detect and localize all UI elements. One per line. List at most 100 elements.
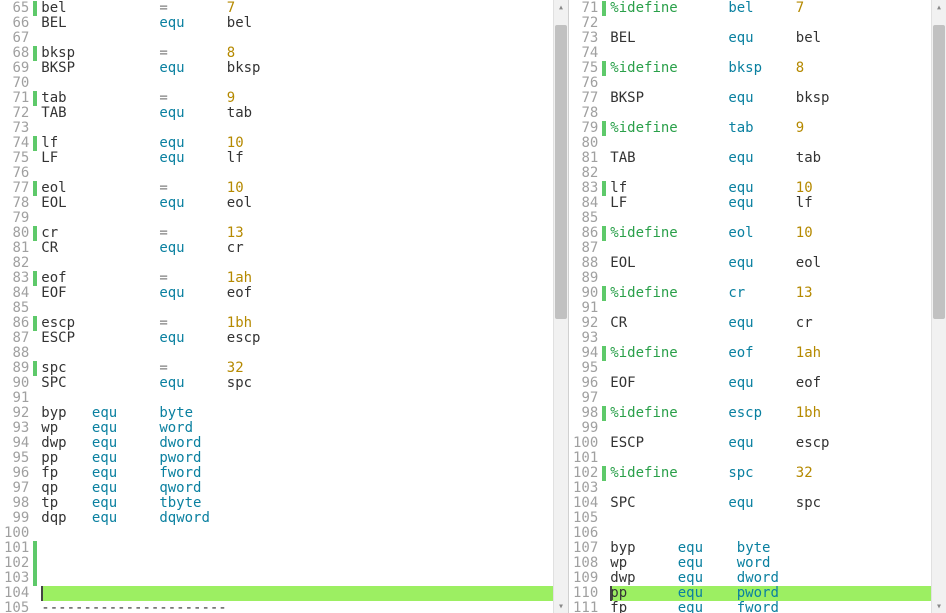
line-number: 88 <box>573 256 598 271</box>
line-number: 80 <box>573 136 598 151</box>
code-line[interactable] <box>41 541 553 556</box>
code-line[interactable] <box>41 346 553 361</box>
right-vertical-scrollbar[interactable]: ▴ ▾ <box>931 0 946 613</box>
code-line[interactable]: BKSP equ bksp <box>41 61 553 76</box>
code-line[interactable]: SPC equ spc <box>41 376 553 391</box>
code-line[interactable] <box>610 511 931 526</box>
code-line[interactable]: spc = 32 <box>41 361 553 376</box>
code-line[interactable]: BEL equ bel <box>41 16 553 31</box>
code-line[interactable]: pp equ pword <box>610 586 931 601</box>
code-line[interactable]: %idefine spc 32 <box>610 466 931 481</box>
code-line[interactable]: eof = 1ah <box>41 271 553 286</box>
code-line[interactable] <box>41 586 553 601</box>
code-line[interactable]: EOL equ eol <box>41 196 553 211</box>
code-line[interactable] <box>610 76 931 91</box>
code-line[interactable]: CR equ cr <box>610 316 931 331</box>
code-line[interactable] <box>610 361 931 376</box>
code-line[interactable]: wp equ word <box>610 556 931 571</box>
code-line[interactable]: fp equ fword <box>610 601 931 613</box>
right-editor[interactable]: 7172737475767778798081828384858687888990… <box>569 0 946 613</box>
code-line[interactable]: %idefine tab 9 <box>610 121 931 136</box>
code-line[interactable] <box>610 16 931 31</box>
code-line[interactable] <box>610 481 931 496</box>
code-line[interactable]: %idefine bksp 8 <box>610 61 931 76</box>
code-line[interactable]: %idefine escp 1bh <box>610 406 931 421</box>
code-line[interactable]: lf equ 10 <box>41 136 553 151</box>
scrollbar-up-arrow-icon[interactable]: ▴ <box>554 0 568 14</box>
code-line[interactable]: tp equ tbyte <box>41 496 553 511</box>
scrollbar-down-arrow-icon[interactable]: ▾ <box>554 599 568 613</box>
code-line[interactable] <box>610 391 931 406</box>
code-line[interactable]: %idefine bel 7 <box>610 1 931 16</box>
line-number: 74 <box>573 46 598 61</box>
code-line[interactable]: byp equ byte <box>610 541 931 556</box>
code-line[interactable] <box>41 256 553 271</box>
code-line[interactable]: lf equ 10 <box>610 181 931 196</box>
code-line[interactable]: tab = 9 <box>41 91 553 106</box>
line-number: 93 <box>4 421 29 436</box>
right-scrollbar-thumb[interactable] <box>933 25 945 319</box>
code-line[interactable] <box>610 271 931 286</box>
code-line[interactable]: TAB equ tab <box>610 151 931 166</box>
code-line[interactable]: dwp equ dword <box>41 436 553 451</box>
code-line[interactable] <box>610 241 931 256</box>
line-number: 77 <box>4 181 29 196</box>
code-line[interactable] <box>41 31 553 46</box>
code-line[interactable]: qp equ qword <box>41 481 553 496</box>
code-line[interactable]: LF equ lf <box>41 151 553 166</box>
code-line[interactable]: SPC equ spc <box>610 496 931 511</box>
code-line[interactable]: ESCP equ escp <box>610 436 931 451</box>
code-line[interactable]: dqp equ dqword <box>41 511 553 526</box>
code-line[interactable]: fp equ fword <box>41 466 553 481</box>
code-line[interactable]: CR equ cr <box>41 241 553 256</box>
code-line[interactable]: EOL equ eol <box>610 256 931 271</box>
code-line[interactable]: bksp = 8 <box>41 46 553 61</box>
right-code-content[interactable]: %idefine bel 7 BEL equ bel %idefine bksp 8… <box>606 0 931 613</box>
code-line[interactable]: TAB equ tab <box>41 106 553 121</box>
code-line[interactable]: bel = 7 <box>41 1 553 16</box>
code-line[interactable] <box>610 451 931 466</box>
code-line[interactable] <box>41 166 553 181</box>
code-line[interactable]: pp equ pword <box>41 451 553 466</box>
scrollbar-down-arrow-icon[interactable]: ▾ <box>932 599 946 613</box>
code-line[interactable]: BEL equ bel <box>610 31 931 46</box>
code-line[interactable] <box>610 526 931 541</box>
left-editor[interactable]: 6566676869707172737475767778798081828384… <box>0 0 568 613</box>
code-line[interactable] <box>610 421 931 436</box>
code-line[interactable] <box>41 556 553 571</box>
code-line[interactable] <box>41 526 553 541</box>
left-code-content[interactable]: bel = 7BEL equ bel bksp = 8BKSP equ bksp t… <box>37 0 553 613</box>
code-line[interactable]: escp = 1bh <box>41 316 553 331</box>
code-line[interactable]: ---------------------- <box>41 601 553 613</box>
left-vertical-scrollbar[interactable]: ▴ ▾ <box>553 0 568 613</box>
code-line[interactable] <box>610 211 931 226</box>
code-line[interactable]: %idefine eol 10 <box>610 226 931 241</box>
code-line[interactable] <box>41 301 553 316</box>
code-line[interactable]: wp equ word <box>41 421 553 436</box>
code-line[interactable]: %idefine eof 1ah <box>610 346 931 361</box>
code-line[interactable]: ESCP equ escp <box>41 331 553 346</box>
code-line[interactable] <box>41 121 553 136</box>
code-line[interactable] <box>41 211 553 226</box>
code-line[interactable]: BKSP equ bksp <box>610 91 931 106</box>
code-line[interactable]: byp equ byte <box>41 406 553 421</box>
code-line[interactable] <box>610 331 931 346</box>
code-line[interactable]: %idefine cr 13 <box>610 286 931 301</box>
code-line[interactable]: EOF equ eof <box>610 376 931 391</box>
code-line[interactable] <box>610 301 931 316</box>
code-line[interactable] <box>41 76 553 91</box>
code-line[interactable] <box>610 136 931 151</box>
scrollbar-up-arrow-icon[interactable]: ▴ <box>932 0 946 14</box>
code-line[interactable] <box>610 106 931 121</box>
code-line[interactable] <box>610 46 931 61</box>
line-number: 86 <box>4 316 29 331</box>
code-line[interactable]: dwp equ dword <box>610 571 931 586</box>
code-line[interactable]: EOF equ eof <box>41 286 553 301</box>
code-line[interactable] <box>41 391 553 406</box>
code-line[interactable]: eol = 10 <box>41 181 553 196</box>
code-line[interactable]: LF equ lf <box>610 196 931 211</box>
code-line[interactable] <box>610 166 931 181</box>
code-line[interactable]: cr = 13 <box>41 226 553 241</box>
left-scrollbar-thumb[interactable] <box>555 25 567 319</box>
code-line[interactable] <box>41 571 553 586</box>
